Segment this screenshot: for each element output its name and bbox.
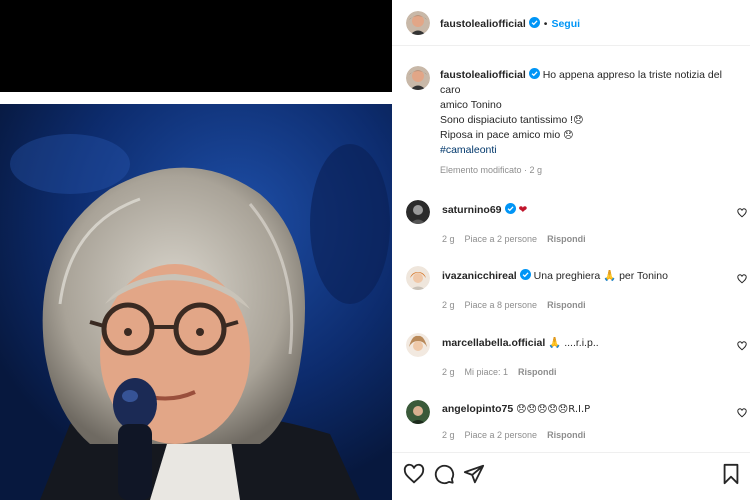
comment-meta: 2 g Mi piace: 1 Rispondi [442, 367, 567, 377]
comment-time[interactable]: 2 g [442, 234, 455, 244]
comment-text: 🙏 ....r.i.p.. [548, 337, 599, 349]
verified-icon [528, 68, 540, 79]
reply-button[interactable]: Rispondi [547, 234, 586, 244]
comment-likes[interactable]: Piace a 2 persone [465, 430, 538, 440]
comment-username[interactable]: marcellabella.official [442, 337, 545, 349]
comment-text: 😞😞😞😞😞R.I.P [516, 404, 591, 415]
bookmark-icon[interactable] [720, 463, 742, 485]
reply-button[interactable]: Rispondi [547, 300, 586, 310]
reply-button[interactable]: Rispondi [547, 430, 586, 440]
comment-time[interactable]: 2 g [442, 367, 455, 377]
comment-meta: 2 g Piace a 2 persone Rispondi [442, 234, 596, 244]
commenter-avatar[interactable] [406, 400, 430, 424]
post-media [0, 0, 392, 500]
comment-line: saturnino69 ❤ [442, 203, 722, 216]
comment-text: ❤ [518, 204, 528, 216]
caption-author-avatar[interactable] [406, 66, 430, 90]
like-comment-heart-icon[interactable] [737, 341, 747, 351]
post-caption: faustolealiofficial Ho appena appreso la… [440, 68, 740, 158]
like-comment-heart-icon[interactable] [737, 274, 747, 284]
verified-icon [504, 203, 516, 214]
caption-line-4: Riposa in pace amico mio 😞 [440, 128, 740, 143]
like-heart-icon[interactable] [403, 463, 425, 485]
comment-item: marcellabella.official 🙏 ....r.i.p.. 2 g… [392, 333, 750, 393]
comment-text: Una preghiera 🙏 per Tonino [533, 270, 668, 282]
media-black-band [0, 0, 392, 92]
header-user-line: faustolealiofficial • Segui [440, 17, 580, 30]
comment-time[interactable]: 2 g [442, 430, 455, 440]
post-side-panel: faustolealiofficial • Segui faustolealioff… [392, 0, 750, 500]
hashtag-link[interactable]: #camaleonti [440, 143, 740, 158]
comment-time[interactable]: 2 g [442, 300, 455, 310]
comment-likes[interactable]: Piace a 2 persone [465, 234, 538, 244]
comment-likes[interactable]: Mi piace: 1 [465, 367, 509, 377]
comment-item: ivazanicchireal Una preghiera 🙏 per Toni… [392, 266, 750, 326]
comment-meta: 2 g Piace a 8 persone Rispondi [442, 300, 596, 310]
post-photo[interactable] [0, 104, 392, 500]
comment-line: angelopinto75 😞😞😞😞😞R.I.P [442, 403, 722, 415]
verified-icon [519, 269, 531, 280]
post-header: faustolealiofficial • Segui [392, 0, 750, 46]
comment-item: angelopinto75 😞😞😞😞😞R.I.P 2 g Piace a 2 pe… [392, 400, 750, 460]
edited-label: Elemento modificato · 2 g [440, 165, 543, 175]
comment-line: marcellabella.official 🙏 ....r.i.p.. [442, 336, 722, 349]
caption-text-3: Sono dispiaciuto tantissimo ! [440, 114, 574, 126]
caption-text-4: Riposa in pace amico mio [440, 129, 561, 141]
header-separator-dot: • [543, 18, 548, 30]
caption-username[interactable]: faustolealiofficial [440, 69, 526, 81]
author-avatar[interactable] [406, 11, 430, 35]
comment-item: saturnino69 ❤ 2 g Piace a 2 persone Rispon… [392, 200, 750, 260]
comment-username[interactable]: saturnino69 [442, 204, 502, 216]
comment-meta: 2 g Piace a 2 persone Rispondi [442, 430, 596, 440]
commenter-avatar[interactable] [406, 200, 430, 224]
comment-line: ivazanicchireal Una preghiera 🙏 per Toni… [442, 269, 722, 282]
singer-photo-illustration [0, 104, 392, 500]
verified-icon [528, 17, 540, 28]
sad-emoji: 😞 [573, 115, 584, 126]
follow-button[interactable]: Segui [551, 18, 580, 30]
sad-emoji: 😞 [563, 130, 574, 141]
header-username[interactable]: faustolealiofficial [440, 18, 526, 30]
reply-button[interactable]: Rispondi [518, 367, 557, 377]
comment-username[interactable]: ivazanicchireal [442, 270, 517, 282]
post-action-bar [392, 452, 750, 500]
commenter-avatar[interactable] [406, 333, 430, 357]
comment-likes[interactable]: Piace a 8 persone [465, 300, 538, 310]
caption-line-3: Sono dispiaciuto tantissimo !😞 [440, 113, 740, 128]
share-icon[interactable] [463, 463, 485, 485]
caption-text-2: amico Tonino [440, 99, 502, 111]
commenter-avatar[interactable] [406, 266, 430, 290]
caption-line-1: faustolealiofficial Ho appena appreso la… [440, 68, 740, 98]
like-comment-heart-icon[interactable] [737, 408, 747, 418]
comment-icon[interactable] [433, 463, 455, 485]
like-comment-heart-icon[interactable] [737, 208, 747, 218]
comment-username[interactable]: angelopinto75 [442, 403, 513, 415]
